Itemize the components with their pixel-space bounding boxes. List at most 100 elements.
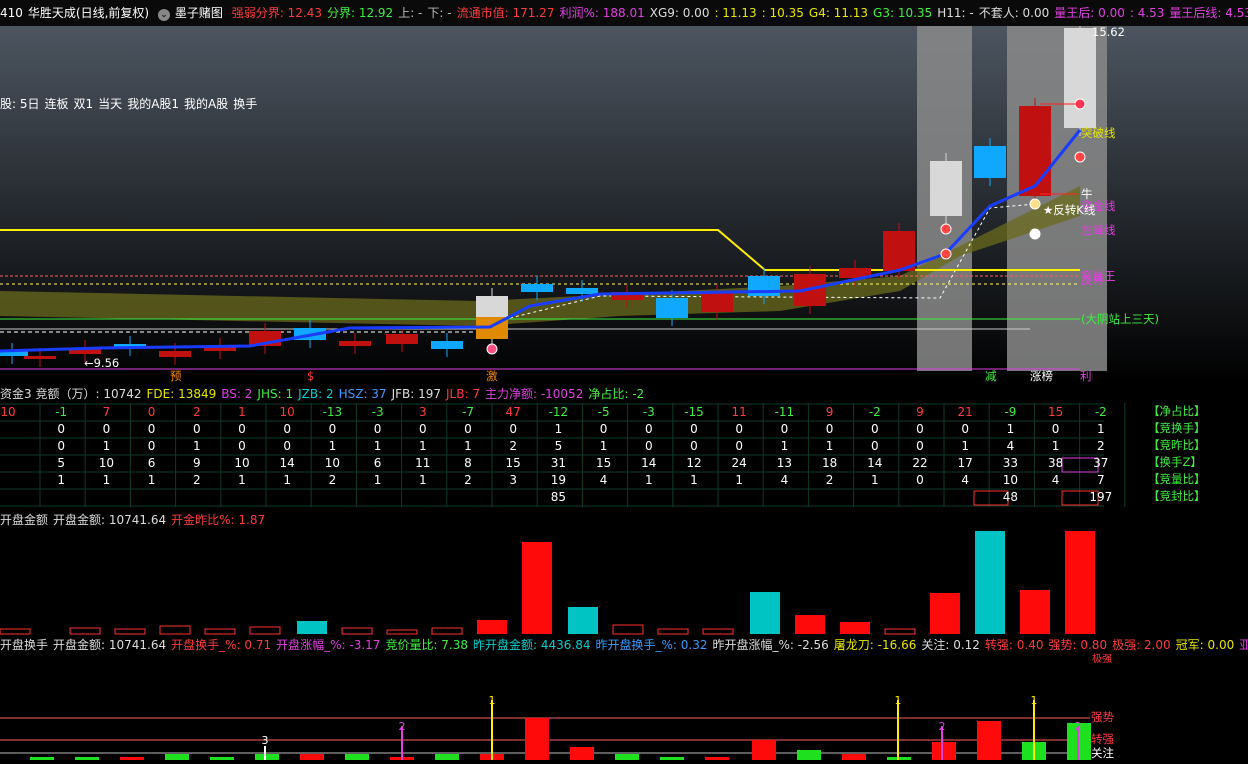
turnover-bar [525,718,549,760]
bidding-cell: 1 [870,473,879,487]
indicator-field: XG9: 0.00 [649,6,710,20]
bidding-cell: 7 [102,405,111,419]
bidding-field: JLB: 7 [446,387,480,401]
bidding-cell: 6 [373,456,382,470]
open-amount-panel: 开盘金额 开盘金额: 10741.64 开金昨比%: 1.87 [0,509,1248,636]
indicator-tab[interactable]: 墨子赌图 [175,6,223,20]
bidding-cell: 0 [147,439,156,453]
turnover-bar [977,721,1001,760]
indicator-field: G3: 10.35 [873,6,933,20]
bidding-cell: -3 [371,405,384,419]
bidding-cell: 2 [509,439,517,453]
bidding-cell: 1 [1051,439,1060,453]
chevron-down-icon[interactable]: ⌄ [157,9,170,21]
bidding-cell: 0 [238,439,246,453]
indicator-values: 强弱分界: 12.43 分界: 12.92 上: - 下: - 流通市值: 171.27… [232,6,1248,20]
open-turnover-panel: 开盘换手 开盘金额: 10741.64 开盘换手_%: 0.71 开盘涨幅_%: -3… [0,636,1248,764]
bidding-cell: 11 [731,405,747,419]
high-price-label: 15.62 [1092,26,1125,39]
bidding-row-label: 【竞换手】 [1148,421,1206,435]
bidding-cell: 0 [147,422,156,436]
stock-name[interactable]: 华胜天成(日线,前复权) [28,6,149,20]
volume-bar [1020,590,1050,634]
bidding-cell: 1 [147,473,156,487]
signal-marker [940,248,952,260]
candle-body [521,284,553,292]
bidding-cell: 0 [57,439,65,453]
legend-item[interactable]: 当天 [98,97,122,111]
signal-count: 3 [262,734,269,747]
bidding-cell: 0 [644,439,653,453]
legend-item[interactable]: 连板 [45,97,69,111]
bidding-cell: 2 [192,405,201,419]
bidding-cell: 0 [418,422,427,436]
chart-title-bar: 410 华胜天成(日线,前复权) ⌄ 墨子赌图 强弱分界: 12.43 分界: 12.… [0,0,1248,26]
legend-item[interactable]: 我的A股1 [127,97,179,111]
indicator-field: G4: 11.13 [808,6,869,20]
bidding-cell: 0 [283,439,291,453]
candlestick-chart[interactable]: 15.62←9.56突破线牛资金线★反转K线左峰线突量王反转(大阴站上三天)预 $… [0,26,1248,383]
bidding-cell: 17 [957,456,973,470]
bidding-cell: 1 [554,422,563,436]
bidding-cell: 1 [238,405,246,419]
bidding-field: HSZ: 37 [338,387,387,401]
signal-label: 减 [985,369,997,383]
turnover-bar [842,754,866,760]
volume-bar [386,629,418,635]
signal-count: 2 [939,720,946,733]
candle-body [386,334,418,344]
bidding-field: BS: 2 [221,387,253,401]
bidding-cell: 7 [1096,473,1105,487]
bidding-cell: 2 [464,473,472,487]
bidding-cell: -1 [55,405,68,419]
bidding-cell: 15 [505,456,521,470]
level-label: 关注 [1091,746,1114,760]
bidding-cell: 1 [644,473,653,487]
bidding-row-label: 【竞昨比】 [1148,438,1206,452]
legend-item[interactable]: 我的A股 [184,97,228,111]
legend-item[interactable]: 5日 [20,97,40,111]
bidding-cell: 15 [1047,405,1064,419]
bidding-row-label: 【换手Z】 [1148,455,1202,469]
volume-bar [930,593,960,634]
turnover-bar [615,754,639,760]
signal-count: 2 [1075,720,1082,733]
turnover-bar [932,742,956,760]
volume-bar [795,615,825,634]
legend-item[interactable]: 换手 [233,97,257,111]
bidding-cell: 1 [780,439,789,453]
indicator-field: : 4.53 [1129,6,1165,20]
signal-label: 涨榜 [1030,369,1053,383]
volume-bar [1065,531,1095,634]
bidding-cell: 13 [776,456,793,470]
indicator-field: 流通市值: 171.27 [456,6,555,20]
bidding-values: 竞额（万）: 10742 FDE: 13849 BS: 2 JHS: 1 JZB: 2 H… [35,387,649,401]
bidding-cell: 0 [780,422,789,436]
bidding-cell: 1 [735,473,743,487]
bidding-field: 主力净额: -10052 [484,387,584,401]
bidding-row-label: 【竞量比】 [1148,472,1206,486]
signal-label: 预 [170,369,182,383]
volume-bar [114,628,146,635]
bidding-cell: 0 [825,422,834,436]
bidding-cell: 2 [192,473,201,487]
bidding-cell: -5 [597,405,610,419]
legend-item[interactable]: 双1 [74,97,94,111]
bidding-field: JFB: 197 [391,387,442,401]
bidding-cell: 6 [147,456,156,470]
bidding-cell: 24 [731,456,747,470]
bidding-cell: 1 [102,473,111,487]
bidding-cell: 0 [690,422,698,436]
bidding-cell: 1 [418,473,427,487]
bidding-cell: 4 [599,473,608,487]
bidding-cell: -2 [1094,405,1107,419]
volume-bar [431,627,463,635]
volume-bar [568,607,598,634]
main-legend: 股: 5日 连板 双1 当天 我的A股1 我的A股 换手 [0,95,262,112]
indicator-field: 下: - [427,6,452,20]
bidding-cell: 0 [916,422,924,436]
line-label: 反转 [1081,273,1104,287]
candle-body [1019,106,1051,196]
indicator-field: 强弱分界: 12.43 [231,6,322,20]
bidding-cell: -11 [774,405,795,419]
